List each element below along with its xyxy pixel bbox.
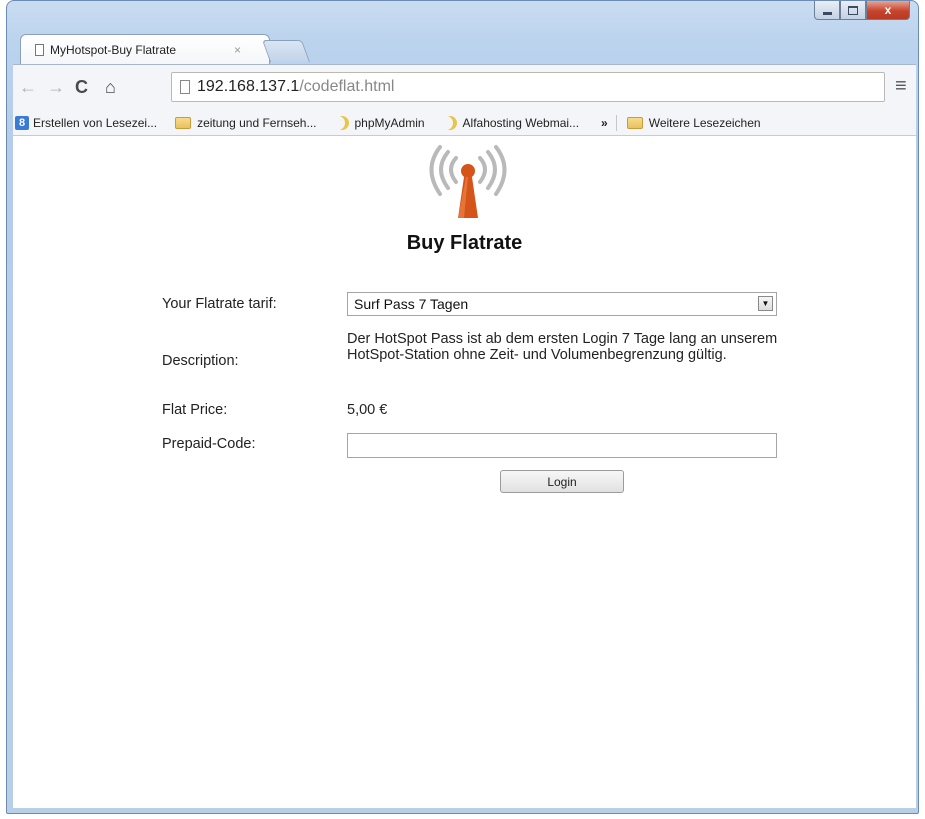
tarif-selected-value: Surf Pass 7 Tagen xyxy=(354,296,469,312)
other-bookmarks-label: Weitere Lesezeichen xyxy=(648,115,761,130)
bookmark-label: Erstellen von Lesezei... xyxy=(33,115,158,130)
tarif-select[interactable]: Surf Pass 7 Tagen ▼ xyxy=(347,292,777,316)
bookmark-label: phpMyAdmin xyxy=(354,115,425,130)
prepaid-code-input[interactable] xyxy=(347,433,777,458)
window-controls: x xyxy=(814,1,910,21)
tarif-label: Your Flatrate tarif: xyxy=(162,296,277,312)
description-text: Der HotSpot Pass ist ab dem ersten Login… xyxy=(347,331,778,363)
bookmark-item[interactable]: zeitung und Fernseh... xyxy=(175,115,317,130)
bookmarks-separator xyxy=(615,114,617,131)
other-bookmarks-folder[interactable]: Weitere Lesezeichen xyxy=(626,115,761,130)
bookmark-label: zeitung und Fernseh... xyxy=(197,115,317,130)
bookmarks-overflow-button[interactable]: » xyxy=(601,116,608,130)
price-label: Flat Price: xyxy=(162,402,228,418)
description-label: Description: xyxy=(162,353,239,369)
close-icon: x xyxy=(884,3,892,17)
login-button[interactable]: Login xyxy=(500,470,624,493)
folder-icon xyxy=(175,116,192,129)
minimize-button[interactable] xyxy=(814,1,840,20)
forward-arrow-icon[interactable]: → xyxy=(47,77,65,98)
minimize-icon xyxy=(822,11,832,15)
back-arrow-icon[interactable]: ← xyxy=(19,77,37,98)
bookmark-item[interactable]: phpMyAdmin xyxy=(335,116,425,130)
reload-icon[interactable]: C xyxy=(75,77,88,98)
menu-icon[interactable]: ≡ xyxy=(895,75,907,98)
chevron-down-icon[interactable]: ▼ xyxy=(758,296,773,311)
page-title: Buy Flatrate xyxy=(406,232,523,254)
browser-tab[interactable]: MyHotspot-Buy Flatrate × xyxy=(20,34,270,64)
tab-close-icon[interactable]: × xyxy=(234,43,241,57)
new-tab-button[interactable] xyxy=(261,40,311,62)
hotspot-antenna-icon xyxy=(429,145,507,218)
moon-icon xyxy=(443,116,457,130)
address-bar[interactable]: 192.168.137.1/codeflat.html xyxy=(171,72,885,102)
page-content: Buy Flatrate Your Flatrate tarif: Surf P… xyxy=(13,136,916,808)
bookmark-item[interactable]: 8 Erstellen von Lesezei... xyxy=(15,115,158,130)
url-path: /codeflat.html xyxy=(299,78,395,95)
bookmark-label: Alfahosting Webmai... xyxy=(462,115,580,130)
page-icon xyxy=(35,43,44,56)
folder-icon xyxy=(626,116,643,129)
close-window-button[interactable]: x xyxy=(866,1,910,20)
bookmark-item[interactable]: Alfahosting Webmai... xyxy=(443,116,580,130)
browser-toolbar: ← → C ⌂ 192.168.137.1/codeflat.html ≡ xyxy=(13,64,916,110)
maximize-icon xyxy=(848,5,858,15)
moon-icon xyxy=(335,116,349,130)
page-icon xyxy=(180,80,190,94)
google-bookmark-icon: 8 xyxy=(15,115,29,130)
maximize-button[interactable] xyxy=(840,1,866,20)
url-host: 192.168.137.1 xyxy=(197,78,300,95)
price-value: 5,00 € xyxy=(347,402,388,418)
home-icon[interactable]: ⌂ xyxy=(105,77,116,98)
bookmarks-bar: 8 Erstellen von Lesezei... zeitung und F… xyxy=(13,110,916,136)
tab-title: MyHotspot-Buy Flatrate xyxy=(50,42,177,57)
code-label: Prepaid-Code: xyxy=(162,436,256,452)
